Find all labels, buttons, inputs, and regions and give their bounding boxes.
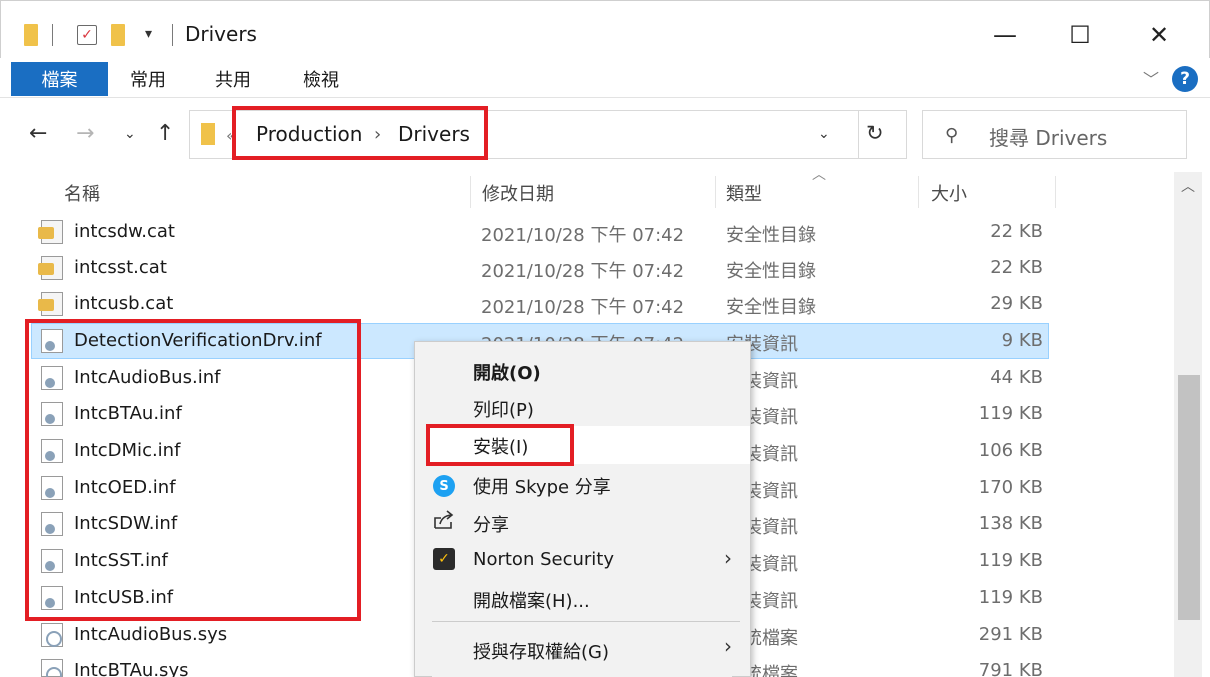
inf-files-callout-box: [25, 319, 361, 621]
catalog-file-icon: [38, 220, 63, 244]
file-type: 裝資訊: [744, 554, 798, 575]
file-type: 裝資訊: [744, 591, 798, 612]
menu-separator: [432, 621, 740, 622]
file-name[interactable]: intcsst.cat: [74, 257, 167, 278]
menu-cut-off-edge: [432, 670, 732, 677]
recent-locations-chevron-icon[interactable]: ⌄: [124, 126, 136, 142]
window-title: Drivers: [185, 22, 257, 46]
file-name[interactable]: intcusb.cat: [74, 293, 173, 314]
submenu-arrow-icon: ›: [724, 546, 732, 570]
menu-item-open[interactable]: 開啟(O): [473, 359, 541, 385]
file-size: 138 KB: [978, 513, 1043, 534]
column-divider[interactable]: [715, 176, 716, 208]
catalog-file-icon: [38, 256, 63, 280]
breadcrumb-callout-box: [232, 106, 488, 160]
menu-item-norton-security[interactable]: Norton Security: [473, 549, 614, 570]
expand-ribbon-chevron-icon[interactable]: ﹀: [1143, 66, 1159, 90]
file-size: 791 KB: [978, 660, 1043, 677]
column-divider[interactable]: [470, 176, 471, 208]
help-button[interactable]: ?: [1172, 66, 1198, 92]
up-arrow-icon[interactable]: ↑: [156, 121, 174, 146]
skype-icon: S: [433, 475, 455, 497]
tab-share[interactable]: 共用: [215, 62, 251, 96]
quick-access-divider: [52, 24, 53, 46]
menu-item-share[interactable]: 分享: [473, 511, 509, 537]
column-divider[interactable]: [918, 176, 919, 208]
address-divider: [858, 110, 859, 159]
folder-icon: [201, 123, 215, 145]
address-dropdown-chevron-icon[interactable]: ⌄: [818, 126, 830, 142]
catalog-file-icon: [38, 292, 63, 316]
share-icon: [434, 510, 454, 529]
file-type: 裝資訊: [744, 444, 798, 465]
file-size: 170 KB: [978, 477, 1043, 498]
file-size: 22 KB: [990, 221, 1043, 242]
menu-item-share-skype[interactable]: 使用 Skype 分享: [473, 473, 611, 499]
search-icon: ⚲: [945, 125, 959, 146]
forward-arrow-icon[interactable]: →: [76, 121, 94, 146]
system-file-icon: [41, 659, 63, 677]
file-date: 2021/10/28 下午 07:42: [481, 297, 685, 318]
back-arrow-icon[interactable]: ←: [29, 121, 47, 146]
file-type: 安全性目錄: [726, 225, 816, 246]
menu-item-print[interactable]: 列印(P): [473, 396, 534, 422]
tab-home[interactable]: 常用: [130, 62, 166, 96]
properties-checkbox-icon[interactable]: ✓: [77, 25, 97, 45]
menu-item-give-access[interactable]: 授與存取權給(G): [473, 638, 609, 664]
close-button[interactable]: ✕: [1124, 12, 1194, 58]
column-header-size[interactable]: 大小: [931, 180, 967, 206]
file-type: 裝資訊: [744, 517, 798, 538]
norton-icon: ✓: [433, 548, 455, 570]
column-header-date[interactable]: 修改日期: [482, 180, 554, 206]
refresh-icon[interactable]: ↻: [866, 121, 884, 145]
file-type: 裝資訊: [744, 371, 798, 392]
scrollbar-thumb[interactable]: [1178, 375, 1200, 620]
title-divider: [172, 24, 173, 46]
file-name[interactable]: IntcAudioBus.sys: [74, 624, 227, 645]
file-type: 裝資訊: [744, 481, 798, 502]
folder-icon: [24, 24, 38, 46]
submenu-arrow-icon: ›: [724, 634, 732, 658]
file-size: 119 KB: [978, 550, 1043, 571]
file-size: 22 KB: [990, 257, 1043, 278]
maximize-button[interactable]: ☐: [1045, 12, 1115, 58]
context-menu: [414, 341, 751, 677]
menu-item-open-file[interactable]: 開啟檔案(H)...: [473, 587, 590, 613]
file-size: 291 KB: [978, 624, 1043, 645]
column-header-type[interactable]: 類型: [726, 180, 762, 206]
column-divider[interactable]: [1055, 176, 1056, 208]
file-type: 安全性目錄: [726, 297, 816, 318]
search-input[interactable]: 搜尋 Drivers: [989, 122, 1107, 151]
file-type: 統檔案: [744, 628, 798, 649]
customize-quick-access-chevron-icon[interactable]: ▾: [145, 26, 152, 42]
file-size: 106 KB: [978, 440, 1043, 461]
file-name[interactable]: intcsdw.cat: [74, 221, 175, 242]
file-type: 裝資訊: [744, 407, 798, 428]
file-name[interactable]: IntcBTAu.sys: [74, 660, 188, 677]
system-file-icon: [41, 623, 63, 647]
tab-view[interactable]: 檢視: [303, 62, 339, 96]
file-size: 29 KB: [990, 293, 1043, 314]
sort-ascending-icon: ︿: [812, 167, 826, 183]
minimize-button[interactable]: —: [970, 12, 1040, 58]
new-folder-icon[interactable]: [111, 24, 125, 46]
file-size: 119 KB: [978, 403, 1043, 424]
file-type: 安全性目錄: [726, 261, 816, 282]
file-type: 統檔案: [744, 664, 798, 677]
file-date: 2021/10/28 下午 07:42: [481, 261, 685, 282]
file-size: 9 KB: [1001, 330, 1043, 351]
install-callout-box: [426, 424, 574, 466]
file-size: 119 KB: [978, 587, 1043, 608]
scroll-up-chevron-icon[interactable]: ︿: [1181, 176, 1195, 196]
file-size: 44 KB: [990, 367, 1043, 388]
column-header-name[interactable]: 名稱: [64, 180, 100, 206]
file-date: 2021/10/28 下午 07:42: [481, 225, 685, 246]
tab-file[interactable]: 檔案: [11, 62, 108, 96]
